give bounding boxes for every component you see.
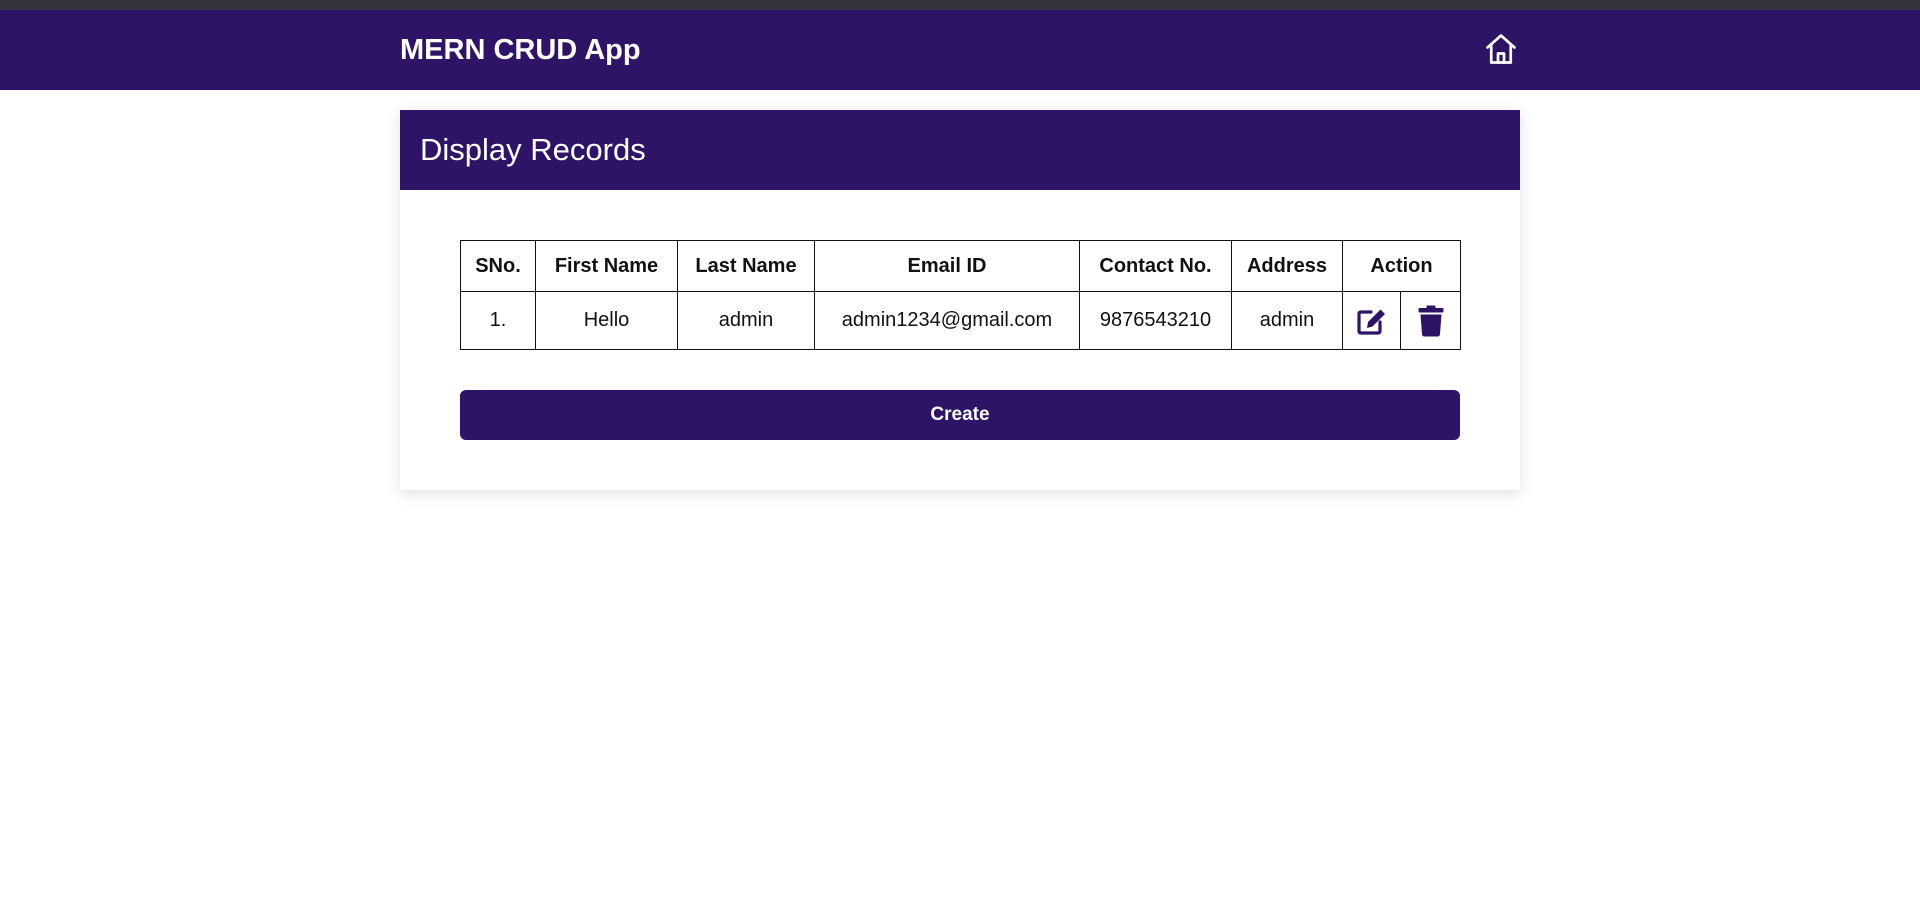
header-email: Email ID (814, 240, 1080, 292)
edit-button[interactable] (1342, 291, 1401, 350)
table-header-row: SNo. First Name Last Name Email ID Conta… (460, 240, 1461, 292)
card-title: Display Records (400, 110, 1520, 190)
records-table: SNo. First Name Last Name Email ID Conta… (460, 240, 1461, 350)
header-address: Address (1231, 240, 1343, 292)
trash-icon (1401, 305, 1460, 337)
browser-top-strip (0, 0, 1920, 10)
cell-address: admin (1231, 291, 1343, 350)
home-button[interactable] (1480, 30, 1522, 72)
cell-email: admin1234@gmail.com (814, 291, 1080, 350)
header-action: Action (1342, 240, 1461, 292)
table-row: 1. Hello admin admin1234@gmail.com 98765… (460, 291, 1461, 350)
cell-last-name: admin (677, 291, 815, 350)
header-first-name: First Name (535, 240, 678, 292)
delete-button[interactable] (1400, 291, 1461, 350)
cell-sno: 1. (460, 291, 536, 350)
header-sno: SNo. (460, 240, 536, 292)
home-icon (1483, 31, 1519, 72)
header-contact: Contact No. (1079, 240, 1232, 292)
app-title[interactable]: MERN CRUD App (400, 10, 641, 90)
records-card: Display Records SNo. First Name Last Nam… (400, 110, 1520, 490)
navbar: MERN CRUD App (0, 10, 1920, 90)
cell-first-name: Hello (535, 291, 678, 350)
create-button[interactable]: Create (460, 390, 1460, 440)
cell-contact: 9876543210 (1079, 291, 1232, 350)
header-last-name: Last Name (677, 240, 815, 292)
edit-icon (1343, 306, 1400, 336)
